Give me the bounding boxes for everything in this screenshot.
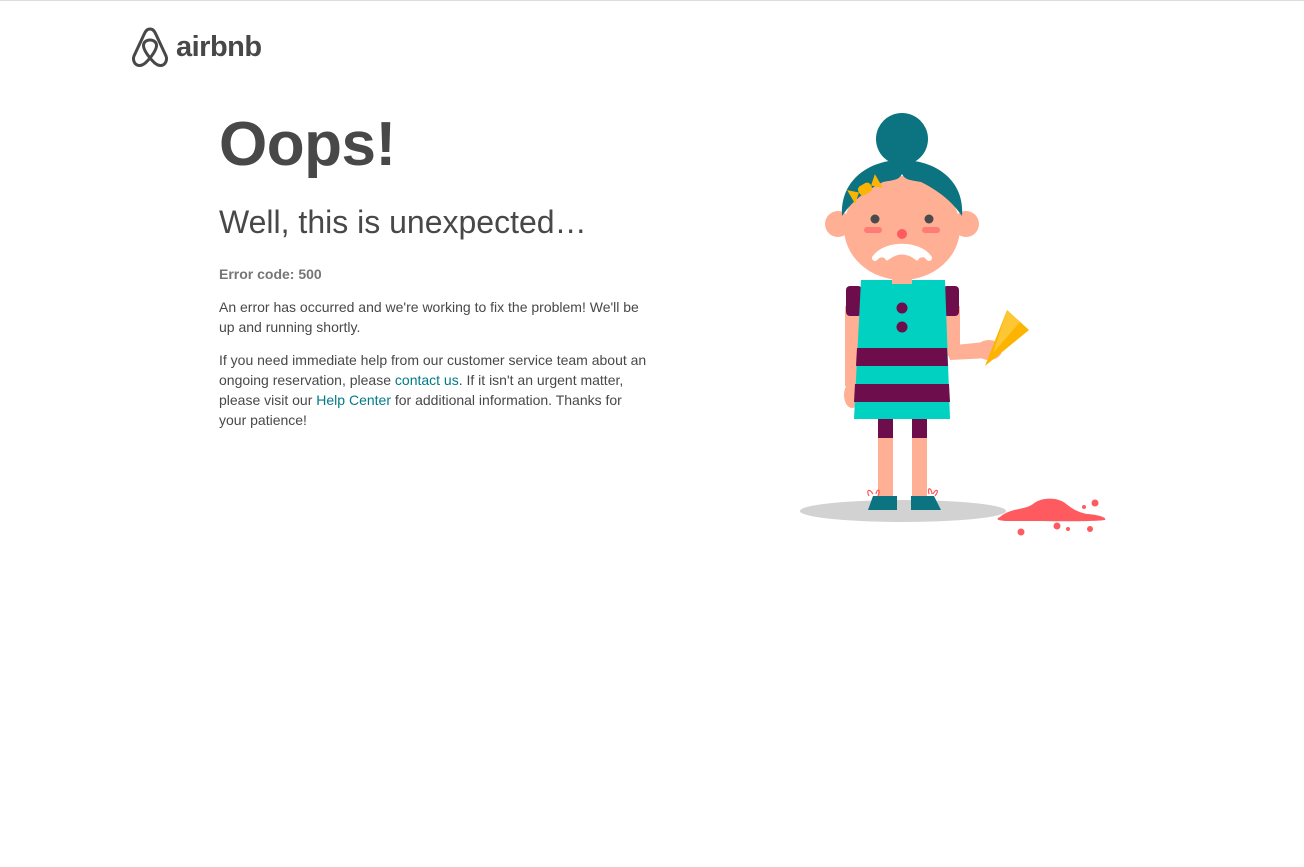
help-paragraph: If you need immediate help from our cust…	[219, 350, 649, 430]
top-border	[0, 0, 1304, 1]
logo-wordmark: airbnb	[176, 30, 262, 63]
page-title: Oops!	[219, 110, 396, 179]
error-illustration	[795, 108, 1115, 553]
error-content: Oops! Well, this is unexpected… Error co…	[219, 112, 649, 430]
airbnb-belo-icon	[132, 27, 168, 68]
sad-girl-illustration-icon	[800, 113, 1106, 536]
contact-us-link[interactable]: contact us	[395, 372, 459, 388]
error-message: An error has occurred and we're working …	[219, 299, 639, 335]
page-subtitle: Well, this is unexpected…	[219, 204, 587, 240]
help-center-link[interactable]: Help Center	[316, 392, 391, 408]
airbnb-logo[interactable]: airbnb	[130, 26, 262, 68]
error-code: Error code: 500	[219, 266, 322, 282]
